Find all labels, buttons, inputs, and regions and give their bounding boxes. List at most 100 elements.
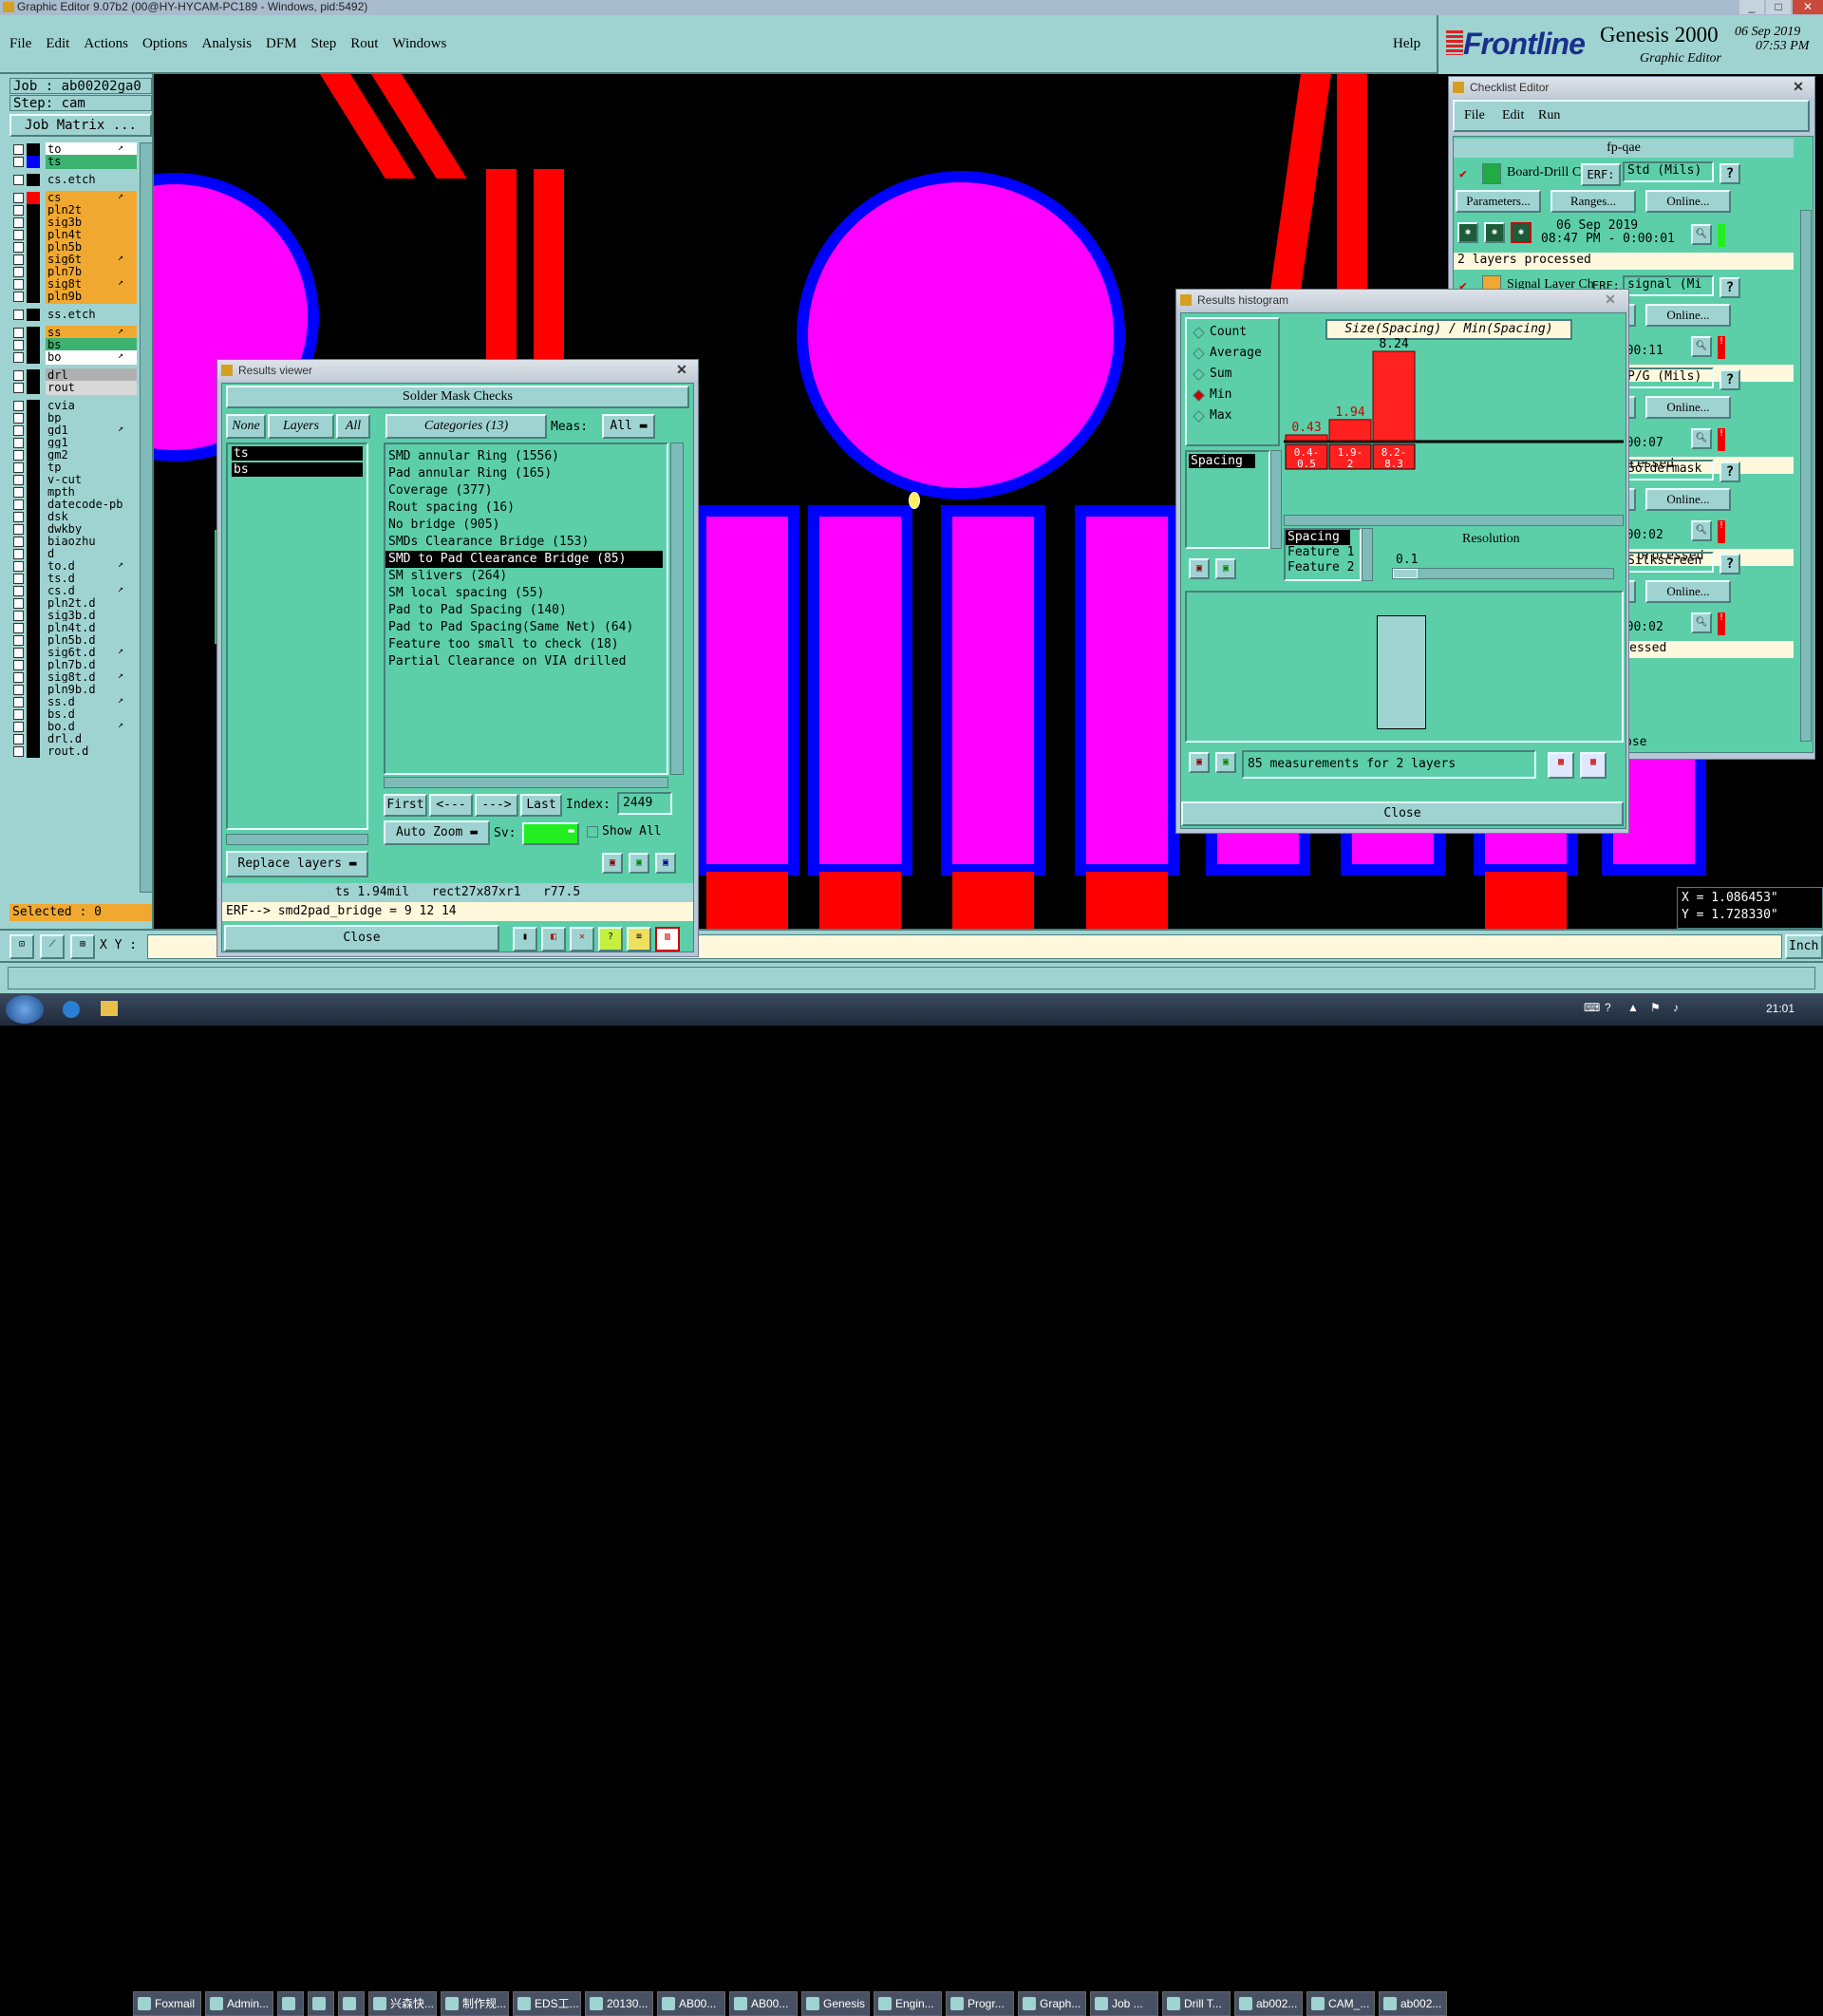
check-row-zoom-icon[interactable]: 🔍︎ <box>1691 520 1712 541</box>
tray-keyboard-icon[interactable]: ⌨ <box>1584 1001 1600 1014</box>
layer-color-swatch[interactable] <box>27 174 40 186</box>
layer-checkbox[interactable] <box>13 370 24 381</box>
snap-icon[interactable]: ⊡ <box>9 934 34 959</box>
histogram-field[interactable]: Feature 1 <box>1286 545 1360 560</box>
taskbar-item[interactable]: EDS工... <box>513 1991 581 2016</box>
layer-checkbox[interactable] <box>13 697 24 707</box>
taskbar-item[interactable]: 兴森快... <box>368 1991 437 2016</box>
tray-flag-icon[interactable]: ⚑ <box>1650 1001 1661 1014</box>
layer-checkbox[interactable] <box>13 537 24 547</box>
check-row-zoom-icon[interactable]: 🔍︎ <box>1691 336 1712 357</box>
taskbar-item[interactable] <box>338 1991 365 2016</box>
layer-checkbox[interactable] <box>13 746 24 757</box>
layer-row-rout[interactable]: rout <box>11 381 137 395</box>
del-icon[interactable]: ▣ <box>602 853 623 874</box>
check-item-1-help-icon[interactable]: ? <box>1720 163 1740 184</box>
category-item[interactable]: SMD annular Ring (1556) <box>385 448 663 465</box>
run-icon-1[interactable]: ✱ <box>1457 222 1478 243</box>
menu-rout[interactable]: Rout <box>350 36 378 52</box>
category-item[interactable]: Rout spacing (16) <box>385 499 663 517</box>
layer-checkbox[interactable] <box>13 340 24 350</box>
category-item[interactable]: No bridge (905) <box>385 517 663 534</box>
check-row-online-button[interactable]: Online... <box>1645 304 1731 327</box>
layer-checkbox[interactable] <box>13 157 24 167</box>
layer-result-item[interactable]: bs <box>232 462 363 477</box>
taskbar-item[interactable]: Progr... <box>946 1991 1014 2016</box>
check-row-erf-value[interactable]: Silkscreen <box>1623 552 1714 573</box>
layer-checkbox[interactable] <box>13 574 24 584</box>
layer-checkbox[interactable] <box>13 352 24 363</box>
layer-checkbox[interactable] <box>13 475 24 485</box>
job-matrix-button[interactable]: Job Matrix ... <box>9 114 152 137</box>
taskbar-item[interactable]: Drill T... <box>1162 1991 1231 2016</box>
histogram-del-icon-2[interactable]: ▣ <box>1189 752 1210 773</box>
tray-help-icon[interactable]: ? <box>1605 1001 1611 1014</box>
layer-checkbox[interactable] <box>13 413 24 424</box>
layer-checkbox[interactable] <box>13 672 24 683</box>
histogram-option-max[interactable]: Max <box>1191 406 1231 425</box>
category-item[interactable]: Pad to Pad Spacing (140) <box>385 602 663 619</box>
layer-name[interactable]: rout.d <box>46 744 137 759</box>
layer-checkbox[interactable] <box>13 598 24 609</box>
category-item[interactable]: SM slivers (264) <box>385 568 663 585</box>
layer-checkbox[interactable] <box>13 722 24 732</box>
histogram-tool-icon-1[interactable]: ▦ <box>1548 752 1574 779</box>
layer-row-pln9b[interactable]: pln9b <box>11 290 137 304</box>
layer-checkbox[interactable] <box>13 383 24 393</box>
layer-row-bo[interactable]: bo ↗ <box>11 350 137 365</box>
index-input[interactable]: 2449 <box>617 792 672 815</box>
sidebar-scrollbar[interactable] <box>140 142 153 893</box>
tool-icon-5[interactable]: ≡ <box>627 927 651 951</box>
categories-button[interactable]: Categories (13) <box>385 414 547 439</box>
checklist-menu-edit[interactable]: Edit <box>1502 108 1524 123</box>
category-item[interactable]: Feature too small to check (18) <box>385 636 663 653</box>
layer-row-ss.etch[interactable]: ss.etch <box>11 308 137 322</box>
taskbar-item[interactable]: Genesis <box>801 1991 870 2016</box>
checklist-close-icon[interactable]: ✕ <box>1788 79 1809 95</box>
results-close-button[interactable]: Close <box>224 925 499 951</box>
layer-result-item[interactable]: ts <box>232 446 363 461</box>
checklist-menu-file[interactable]: File <box>1464 108 1485 123</box>
layer-checkbox[interactable] <box>13 450 24 461</box>
histogram-option-count[interactable]: Count <box>1191 323 1247 342</box>
radio-diamond-icon[interactable] <box>1193 368 1205 381</box>
layer-color-swatch[interactable] <box>27 309 40 321</box>
menu-windows[interactable]: Windows <box>392 36 446 52</box>
menu-file[interactable]: File <box>9 36 31 52</box>
checklist-vscroll[interactable] <box>1800 210 1812 742</box>
taskbar-item[interactable]: 20130... <box>585 1991 653 2016</box>
check-row-help-icon[interactable]: ? <box>1720 462 1740 482</box>
radio-diamond-icon[interactable] <box>1193 327 1205 339</box>
replace-layers-select[interactable]: Replace layers ▬ <box>226 851 368 877</box>
run-icon-2[interactable]: ✱ <box>1484 222 1505 243</box>
layer-checkbox[interactable] <box>13 487 24 498</box>
taskbar-item[interactable] <box>308 1991 334 2016</box>
histogram-bar[interactable] <box>1372 350 1416 442</box>
histogram-option-min[interactable]: Min <box>1191 386 1231 405</box>
layer-checkbox[interactable] <box>13 242 24 253</box>
radio-diamond-icon[interactable] <box>1193 348 1205 360</box>
resolution-slider-thumb[interactable] <box>1393 569 1418 578</box>
layer-name[interactable]: ts <box>46 155 137 169</box>
layer-checkbox[interactable] <box>13 328 24 338</box>
taskbar-item[interactable]: Graph... <box>1018 1991 1086 2016</box>
none-button[interactable]: None <box>226 414 266 439</box>
check-row-zoom-icon[interactable]: 🔍︎ <box>1691 428 1712 449</box>
minimize-icon[interactable]: _ <box>1739 0 1764 14</box>
layer-checkbox[interactable] <box>13 230 24 240</box>
tool-icon-1[interactable]: ▮ <box>513 927 537 951</box>
ie-icon[interactable] <box>63 1001 80 1018</box>
layer-checkbox[interactable] <box>13 685 24 695</box>
menu-step[interactable]: Step <box>311 36 337 52</box>
run-icon-3[interactable]: ✱ <box>1511 222 1532 243</box>
histogram-field[interactable]: Feature 2 <box>1286 560 1360 575</box>
menu-actions[interactable]: Actions <box>84 36 128 52</box>
histogram-bar[interactable] <box>1328 419 1372 442</box>
taskbar-item[interactable]: ab002... <box>1379 1991 1447 2016</box>
layer-checkbox[interactable] <box>13 635 24 646</box>
histogram-fields-scroll[interactable] <box>1362 528 1373 581</box>
layer-checkbox[interactable] <box>13 561 24 572</box>
undo-icon[interactable]: ▣ <box>655 853 676 874</box>
layer-checkbox[interactable] <box>13 611 24 621</box>
taskbar-item[interactable]: AB00... <box>657 1991 725 2016</box>
